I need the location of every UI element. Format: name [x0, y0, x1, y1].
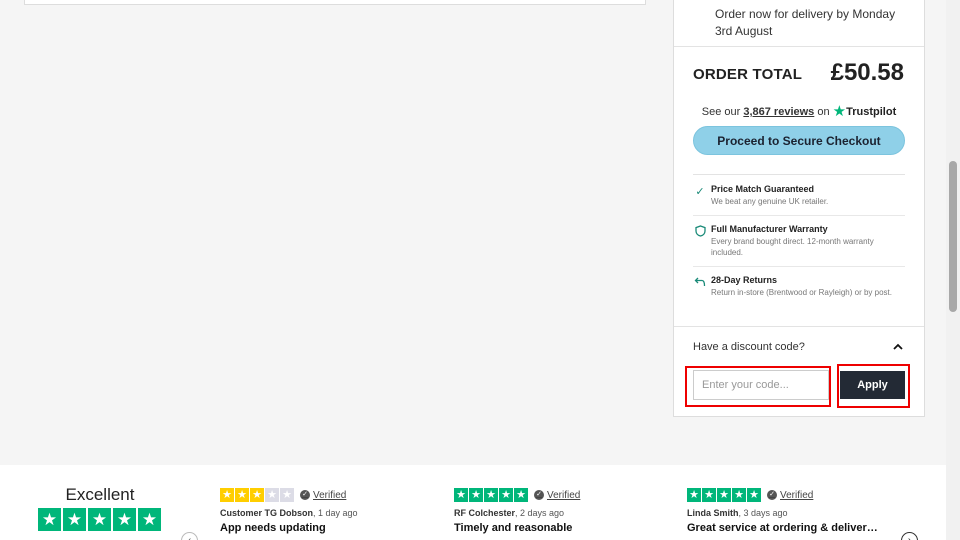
star-icon: ★ — [702, 488, 716, 502]
feature-title: Price Match Guaranteed — [711, 184, 815, 194]
check-icon: ✓ — [534, 490, 544, 500]
star-icon: ★ — [687, 488, 701, 502]
feature-price-match: ✓ Price Match Guaranteed We beat any gen… — [693, 176, 905, 216]
star-icon: ★ — [265, 488, 279, 502]
carousel-next-button[interactable]: › — [901, 532, 918, 540]
star-icon: ★ — [717, 488, 731, 502]
chevron-up-icon[interactable] — [893, 342, 903, 352]
proceed-checkout-button[interactable]: Proceed to Secure Checkout — [693, 126, 905, 155]
review-meta: Linda Smith, 3 days ago — [687, 508, 788, 518]
feature-returns: 28-Day Returns Return in-store (Brentwoo… — [693, 267, 905, 306]
discount-toggle-label[interactable]: Have a discount code? — [693, 341, 805, 353]
review-stars: ★ ★ ★ ★ ★ ✓ Verified — [687, 488, 882, 502]
star-icon: ★ — [469, 488, 483, 502]
star-icon: ★ — [514, 488, 528, 502]
order-total-label: ORDER TOTAL — [693, 66, 803, 83]
divider — [674, 326, 924, 327]
trust-prefix: See our — [701, 106, 741, 118]
review-meta: Customer TG Dobson, 1 day ago — [220, 508, 358, 518]
verified-badge[interactable]: ✓ Verified — [534, 490, 580, 501]
review-card[interactable]: ★ ★ ★ ★ ★ ✓ Verified RF Colchester, 2 day… — [454, 488, 674, 534]
review-stars: ★ ★ ★ ★ ★ ✓ Verified — [220, 488, 440, 502]
review-age: 2 days ago — [520, 508, 565, 518]
star-icon: ★ — [138, 508, 161, 531]
star-icon: ★ — [250, 488, 264, 502]
review-author: Linda Smith — [687, 508, 739, 518]
review-age: 1 day ago — [318, 508, 358, 518]
star-icon: ★ — [63, 508, 86, 531]
trustpilot-reviews-link[interactable]: 3,867 reviews — [743, 106, 814, 118]
review-age: 3 days ago — [743, 508, 788, 518]
star-icon: ★ — [454, 488, 468, 502]
feature-list: ✓ Price Match Guaranteed We beat any gen… — [693, 176, 905, 306]
star-icon: ★ — [747, 488, 761, 502]
delivery-estimate: Order now for delivery by Monday 3rd Aug… — [715, 7, 896, 38]
star-icon: ★ — [484, 488, 498, 502]
apply-button[interactable]: Apply — [840, 371, 905, 399]
rating-stars: ★ ★ ★ ★ ★ — [38, 508, 162, 531]
verified-label: Verified — [547, 489, 581, 501]
check-icon: ✓ — [767, 490, 777, 500]
discount-code-input[interactable] — [693, 370, 829, 400]
rating-word: Excellent — [65, 485, 135, 504]
trustpilot-line: See our 3,867 reviews on ★Trustpilot — [674, 102, 924, 120]
trustpilot-logo: Trustpilot — [846, 106, 897, 118]
feature-desc: Return in-store (Brentwood or Rayleigh) … — [711, 288, 892, 297]
feature-title: Full Manufacturer Warranty — [711, 224, 828, 234]
star-icon: ★ — [499, 488, 513, 502]
review-title: Timely and reasonable — [454, 522, 573, 534]
verified-label: Verified — [313, 489, 347, 501]
star-icon: ★ — [280, 488, 294, 502]
star-icon: ★ — [732, 488, 746, 502]
order-summary-panel: Order now for delivery by Monday 3rd Aug… — [673, 0, 925, 417]
scrollbar-thumb[interactable] — [949, 161, 957, 312]
feature-title: 28-Day Returns — [711, 275, 778, 285]
star-icon: ★ — [88, 508, 111, 531]
verified-badge[interactable]: ✓ Verified — [767, 490, 813, 501]
verified-label: Verified — [780, 489, 814, 501]
cart-items-card — [24, 0, 646, 5]
review-stars: ★ ★ ★ ★ ★ ✓ Verified — [454, 488, 674, 502]
verified-badge[interactable]: ✓ Verified — [300, 490, 346, 501]
check-icon: ✓ — [695, 186, 705, 198]
review-card[interactable]: ★ ★ ★ ★ ★ ✓ Verified Linda Smith, 3 days … — [687, 488, 882, 534]
feature-desc: Every brand bought direct. 12-month warr… — [711, 237, 874, 257]
return-arrow-icon — [693, 276, 707, 290]
trust-on: on — [817, 106, 830, 118]
divider — [693, 174, 905, 175]
shield-icon — [693, 225, 707, 239]
review-card[interactable]: ★ ★ ★ ★ ★ ✓ Verified Customer TG Dobson, … — [220, 488, 440, 534]
page-scrollbar[interactable] — [946, 0, 960, 540]
divider — [674, 46, 924, 47]
review-author: RF Colchester — [454, 508, 516, 518]
star-icon: ★ — [38, 508, 61, 531]
star-icon: ★ — [220, 488, 234, 502]
review-title: Great service at ordering & delivery… — [687, 522, 882, 534]
trustpilot-summary: Excellent ★ ★ ★ ★ ★ — [38, 485, 162, 531]
review-author: Customer TG Dobson — [220, 508, 314, 518]
carousel-prev-button[interactable]: ‹ — [181, 532, 198, 540]
trustpilot-star-icon: ★ — [832, 103, 847, 120]
feature-warranty: Full Manufacturer Warranty Every brand b… — [693, 216, 905, 267]
star-icon: ★ — [235, 488, 249, 502]
trustpilot-reviews-strip: Excellent ★ ★ ★ ★ ★ ‹ ★ ★ ★ ★ ★ ✓Verifie… — [0, 465, 946, 540]
star-icon: ★ — [113, 508, 136, 531]
review-meta: RF Colchester, 2 days ago — [454, 508, 565, 518]
feature-desc: We beat any genuine UK retailer. — [711, 197, 829, 206]
order-total-value: £50.58 — [830, 59, 904, 86]
review-title: App needs updating — [220, 522, 326, 534]
check-icon: ✓ — [300, 490, 310, 500]
